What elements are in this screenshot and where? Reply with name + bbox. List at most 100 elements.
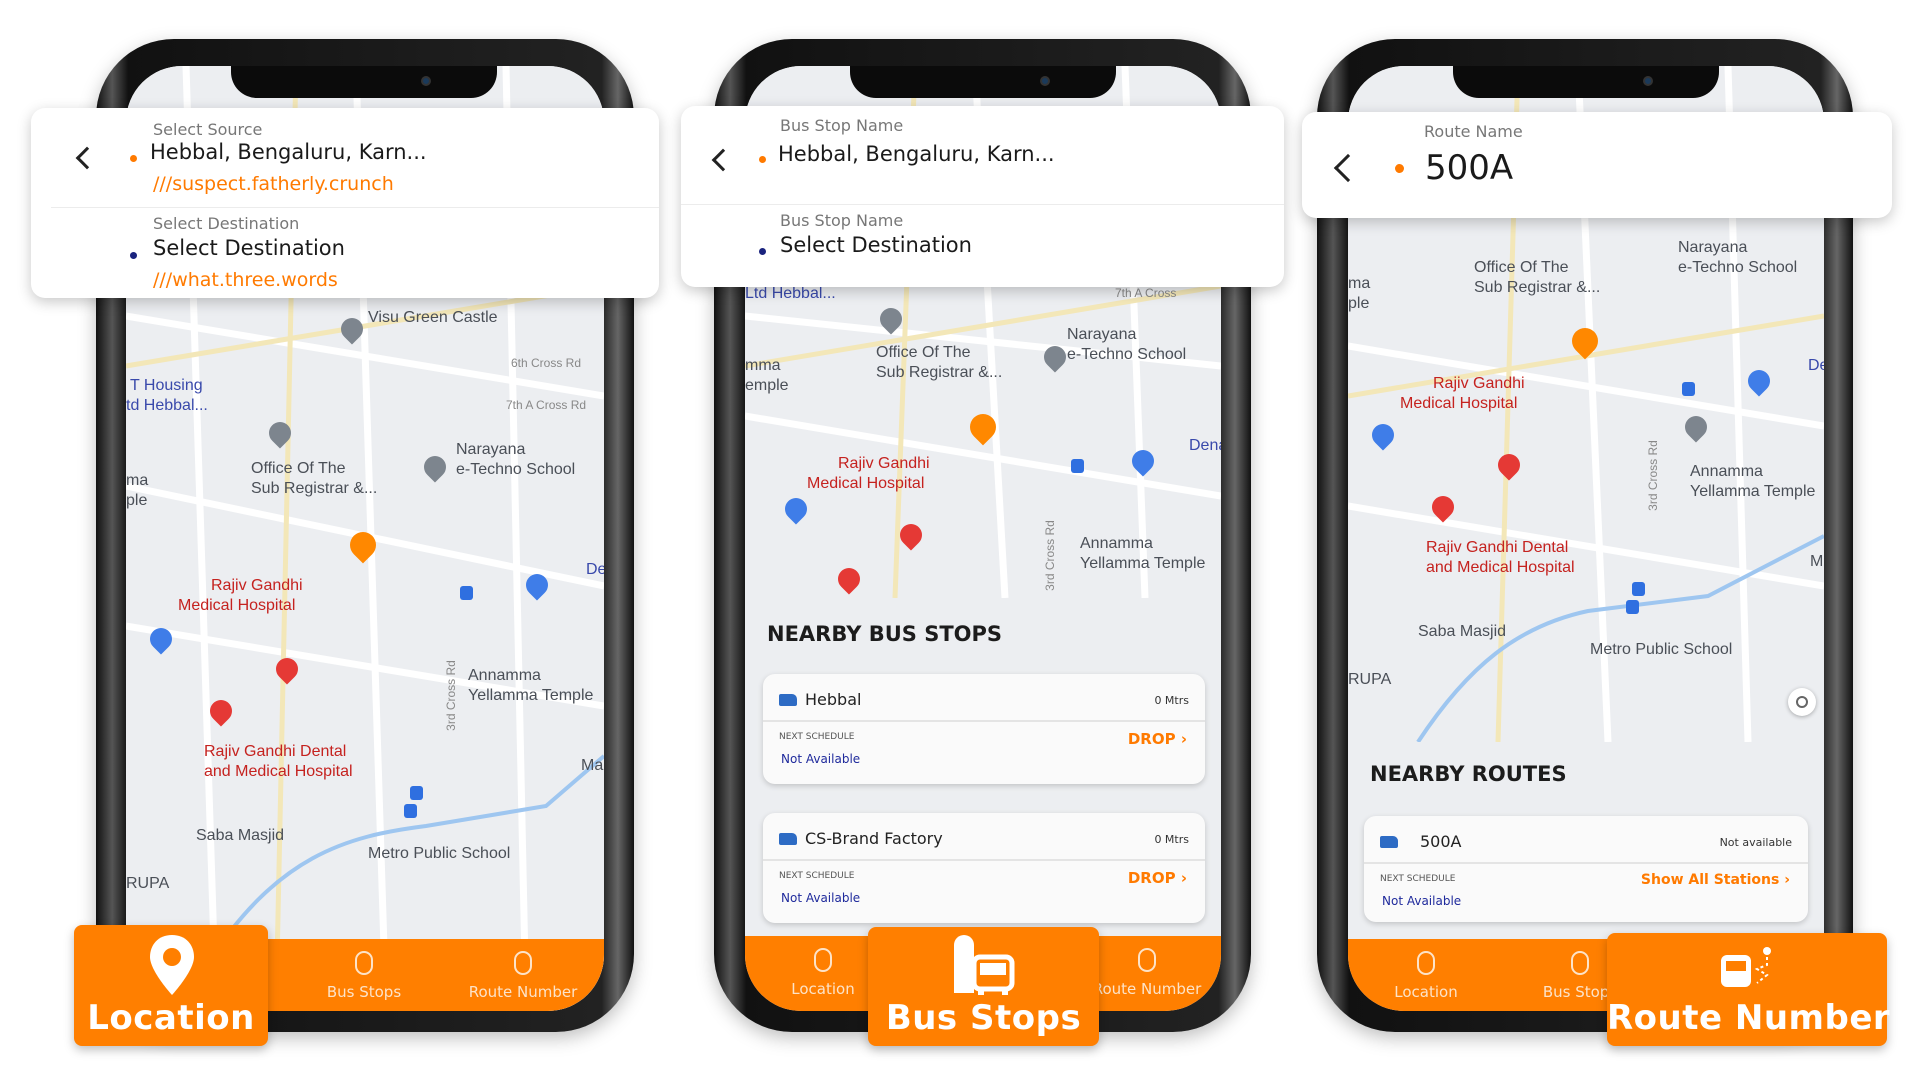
source-w3w-link[interactable]: ///suspect.fatherly.crunch	[153, 173, 394, 195]
chevron-left-icon[interactable]	[75, 146, 99, 170]
show-all-stations-button[interactable]: Show All Stations ›	[1641, 872, 1790, 888]
route-dot-icon	[1395, 164, 1404, 173]
destination-label: Bus Stop Name	[780, 211, 904, 230]
location-icon[interactable]	[1417, 951, 1435, 975]
bus-stop-distance: 0 Mtrs	[1154, 833, 1189, 846]
map-label: 3rd Cross Rd	[1042, 520, 1057, 591]
bus-stops-icon[interactable]	[1571, 951, 1589, 975]
drop-button[interactable]: DROP ›	[1128, 730, 1187, 748]
source-dot-icon	[130, 155, 137, 162]
map-label: and Medical Hospital	[1426, 559, 1575, 576]
source-input[interactable]: Hebbal, Bengaluru, Karn...	[778, 142, 1055, 166]
bus-stop-name: Hebbal	[805, 690, 862, 709]
bus-stop-name: CS-Brand Factory	[805, 829, 943, 848]
divider	[1364, 862, 1808, 864]
divider	[763, 720, 1205, 722]
map-label: Metro Public School	[368, 845, 511, 862]
bus-stop-card[interactable]: Hebbal 0 Mtrs NEXT SCHEDULE Not Availabl…	[763, 674, 1205, 784]
bus-icon	[1380, 836, 1398, 848]
destination-input[interactable]: Select Destination	[780, 233, 972, 257]
nav-location[interactable]: Location	[1394, 983, 1457, 1001]
map-label: Rajiv Gandhi	[211, 577, 303, 594]
map-label: emple	[745, 377, 789, 394]
drop-button[interactable]: DROP ›	[1128, 869, 1187, 887]
location-icon[interactable]	[814, 948, 832, 972]
destination-dot-icon	[130, 252, 137, 259]
route-card[interactable]: 500A Not available NEXT SCHEDULE Not Ava…	[1364, 816, 1808, 922]
map-label: RUPA	[1348, 671, 1392, 688]
map-label: ma	[1348, 275, 1371, 292]
map-label: td Hebbal...	[126, 397, 208, 414]
map-label: Ma	[581, 757, 604, 774]
source-label: Select Source	[153, 120, 263, 139]
map-label: De	[586, 561, 604, 578]
my-location-button[interactable]	[1788, 688, 1816, 716]
location-badge[interactable]: Location	[74, 925, 268, 1046]
destination-dot-icon	[759, 248, 766, 255]
map-label: Annamma	[1080, 535, 1153, 552]
map-label: T Housing	[130, 377, 203, 394]
map-label: 7th A Cross Rd	[506, 398, 587, 412]
map-label: e-Techno School	[1678, 259, 1798, 276]
next-schedule-value: Not Available	[781, 891, 861, 905]
camera-icon	[1040, 76, 1050, 86]
map-label: Sub Registrar &...	[251, 480, 378, 497]
route-name-label: Route Name	[1424, 122, 1523, 141]
destination-label: Select Destination	[153, 214, 300, 233]
notch	[231, 66, 497, 98]
route-number-icon[interactable]	[514, 951, 532, 975]
next-schedule-label: NEXT SCHEDULE	[779, 871, 855, 881]
nav-route-number[interactable]: Route Number	[1093, 980, 1202, 998]
chevron-right-icon: ›	[1784, 872, 1790, 888]
map-label: De	[1808, 357, 1824, 374]
nav-bus-stops[interactable]: Bus Stops	[327, 983, 401, 1001]
destination-input[interactable]: Select Destination	[153, 236, 345, 260]
bus-stop-distance: 0 Mtrs	[1154, 694, 1189, 707]
map-label: e-Techno School	[1067, 346, 1187, 363]
route-number-badge[interactable]: Route Number	[1607, 933, 1890, 1046]
map-label: e-Techno School	[456, 461, 576, 478]
next-schedule-label: NEXT SCHEDULE	[1380, 874, 1456, 884]
location-pin-icon	[150, 935, 194, 995]
map-label: Office Of The	[251, 460, 346, 477]
bus-stop-icon[interactable]	[1626, 600, 1639, 614]
bus-stop-icon[interactable]	[1071, 459, 1084, 473]
map-label: Saba Masjid	[196, 827, 285, 844]
bus-icon	[779, 833, 797, 845]
destination-w3w-link[interactable]: ///what.three.words	[153, 269, 338, 291]
show-all-stations-label: Show All Stations	[1640, 872, 1780, 888]
source-dot-icon	[759, 156, 766, 163]
map-label: Yellamma Temple	[468, 687, 594, 704]
map-label: 3rd Cross Rd	[443, 660, 458, 731]
chevron-left-icon[interactable]	[711, 148, 735, 172]
bus-stop-card[interactable]: CS-Brand Factory 0 Mtrs NEXT SCHEDULE No…	[763, 813, 1205, 923]
bus-stop-icon[interactable]	[1632, 582, 1645, 596]
map-label: Yellamma Temple	[1690, 483, 1816, 500]
chevron-left-icon[interactable]	[1333, 153, 1363, 183]
route-number-icon[interactable]	[1138, 948, 1156, 972]
bus-stop-icon[interactable]	[410, 786, 423, 800]
bus-stop-icon[interactable]	[1682, 382, 1695, 396]
source-input[interactable]: Hebbal, Bengaluru, Karn...	[150, 140, 427, 164]
map-label: Office Of The	[1474, 259, 1569, 276]
map-label: Annamma	[1690, 463, 1763, 480]
bus-stops-badge[interactable]: Bus Stops	[868, 927, 1099, 1046]
bus-stop-icon[interactable]	[460, 586, 473, 600]
route-bus-icon	[1721, 947, 1771, 987]
map-label: Medical Hospital	[178, 597, 296, 614]
bus-stop-search-card: Bus Stop Name Hebbal, Bengaluru, Karn...…	[681, 106, 1284, 287]
notch	[1453, 66, 1719, 98]
bus-stop-icon[interactable]	[404, 804, 417, 818]
map-label: Saba Masjid	[1418, 623, 1507, 640]
bus-stops-icon[interactable]	[355, 951, 373, 975]
divider	[763, 859, 1205, 861]
route-name-input[interactable]: 500A	[1425, 148, 1513, 188]
nav-location[interactable]: Location	[791, 980, 854, 998]
nav-bus-stops[interactable]: Bus Stops	[1543, 983, 1617, 1001]
map-label: Rajiv Gandhi Dental	[1426, 539, 1569, 556]
location-badge-label: Location	[87, 998, 255, 1038]
route-status: Not available	[1719, 836, 1792, 849]
nav-route-number[interactable]: Route Number	[469, 983, 578, 1001]
map-label: Medical Hospital	[1400, 395, 1518, 412]
camera-icon	[421, 76, 431, 86]
